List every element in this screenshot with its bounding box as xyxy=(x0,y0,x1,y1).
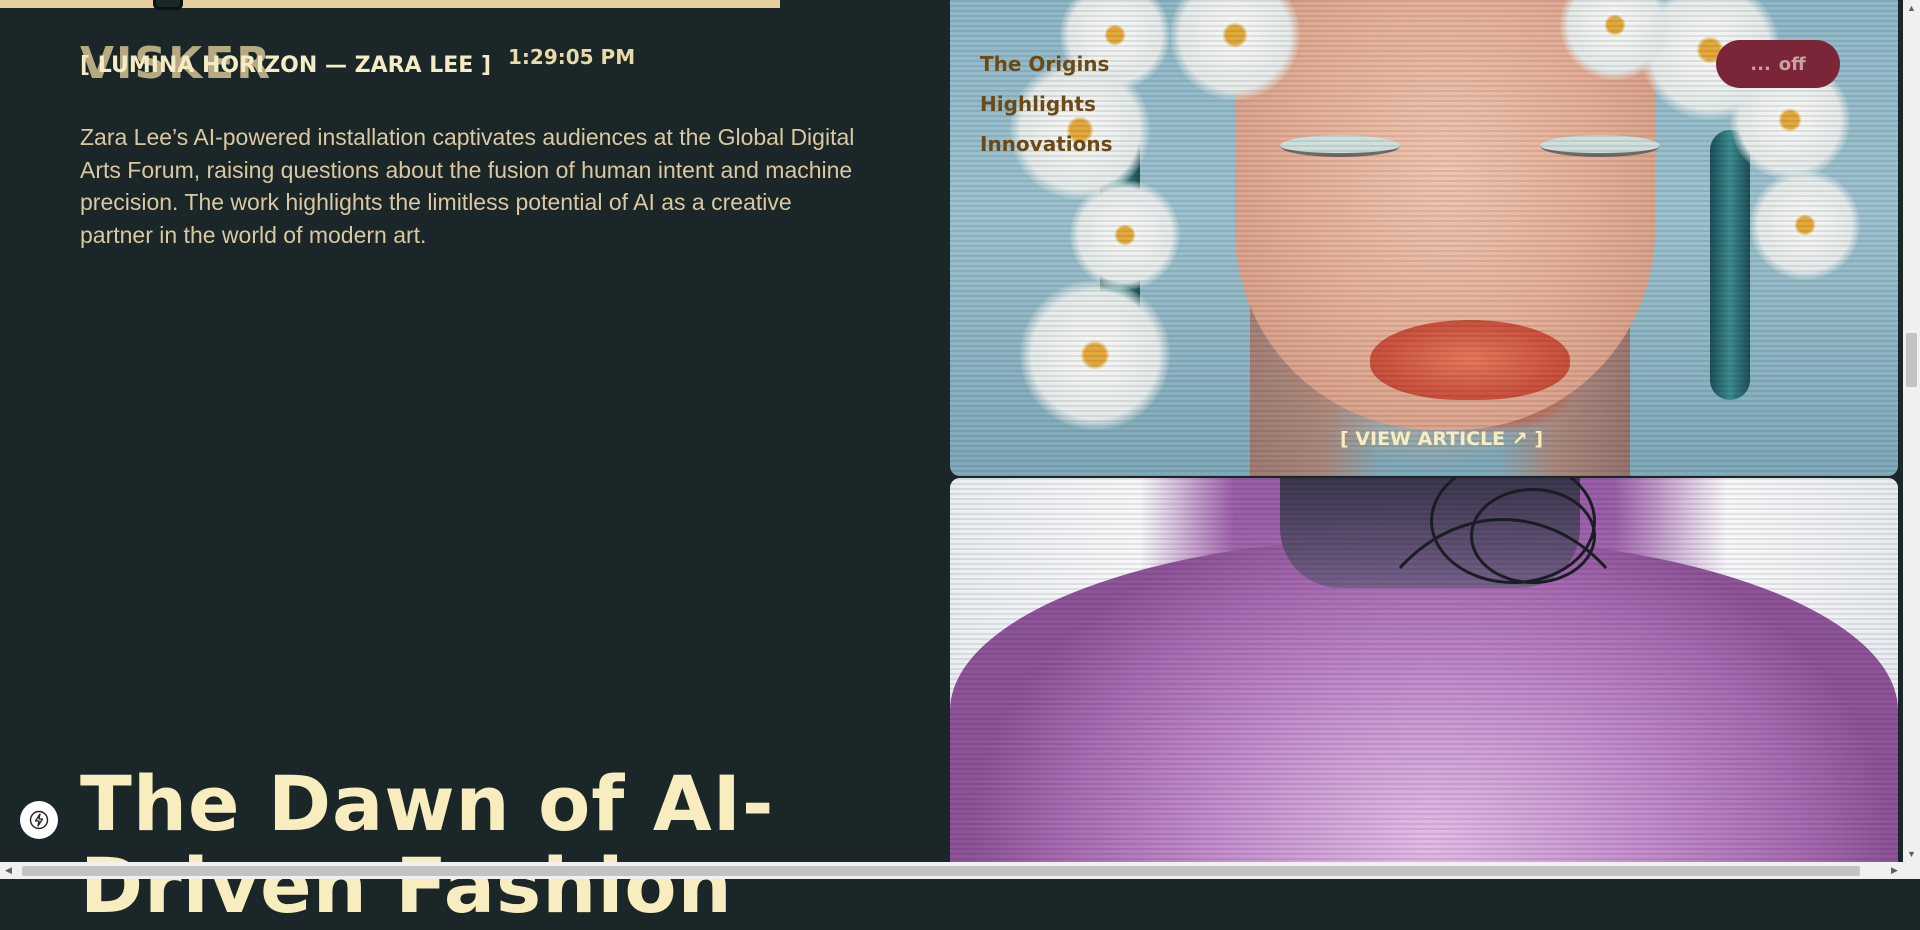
scroll-down-icon[interactable]: ▼ xyxy=(1903,846,1920,862)
card-image-fashion xyxy=(950,478,1898,878)
article-card-portrait[interactable]: The Origins Highlights Innovations ... o… xyxy=(950,0,1898,476)
bolt-icon xyxy=(29,810,49,830)
article-description: Zara Lee’s AI-powered installation capti… xyxy=(80,124,855,248)
logo-mark-icon[interactable] xyxy=(153,0,183,10)
sound-toggle-label: off xyxy=(1778,53,1806,75)
article-tag: [ LUMINA HORIZON — ZARA LEE ] xyxy=(80,53,492,78)
sound-toggle-button[interactable]: ... off xyxy=(1716,40,1840,88)
toc-item-origins[interactable]: The Origins xyxy=(980,44,1113,84)
view-article-link[interactable]: [ VIEW ARTICLE ↗ ] xyxy=(1340,428,1543,450)
page-headline: The Dawn of AI-Driven Fashion xyxy=(80,758,775,930)
vertical-scroll-thumb[interactable] xyxy=(1906,333,1917,387)
toc-item-innovations[interactable]: Innovations xyxy=(980,124,1113,164)
horizontal-scroll-thumb[interactable] xyxy=(22,866,1860,876)
scroll-right-icon[interactable]: ▶ xyxy=(1886,862,1903,879)
horizontal-scrollbar[interactable]: ◀ ▶ xyxy=(0,862,1920,879)
toc-item-highlights[interactable]: Highlights xyxy=(980,84,1113,124)
clock-time: 1:29:05 PM xyxy=(508,45,636,69)
scroll-up-icon[interactable]: ▲ xyxy=(1903,0,1920,16)
article-card-fashion[interactable] xyxy=(950,478,1898,878)
scroll-left-icon[interactable]: ◀ xyxy=(0,862,17,879)
table-of-contents: The Origins Highlights Innovations xyxy=(980,44,1113,164)
sound-toggle-dots: ... xyxy=(1750,53,1771,75)
logo-bar xyxy=(0,0,780,8)
vertical-scrollbar[interactable]: ▲ ▼ xyxy=(1903,0,1920,862)
bolt-button[interactable] xyxy=(20,801,58,839)
